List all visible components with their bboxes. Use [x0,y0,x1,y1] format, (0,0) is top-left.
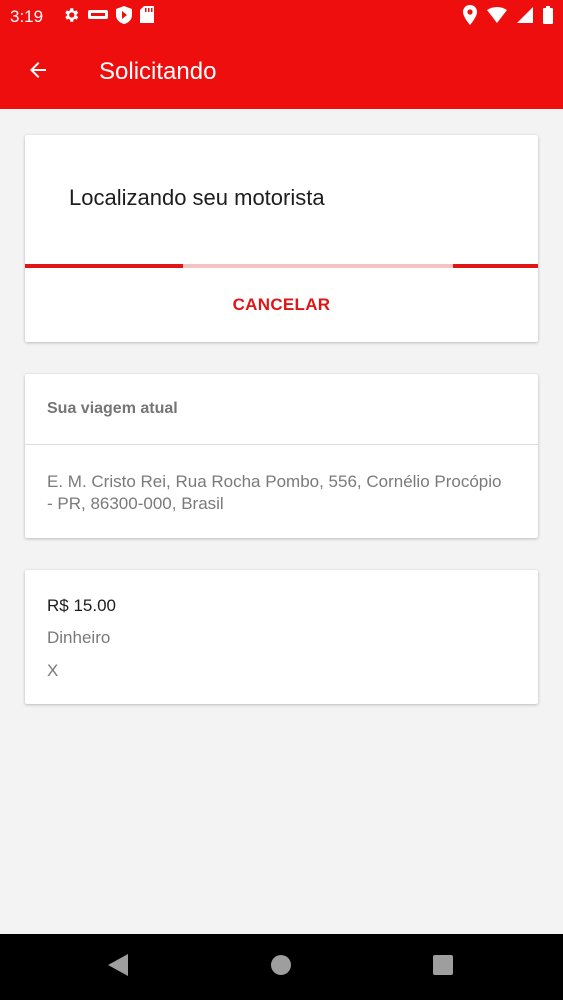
locating-message: Localizando seu motorista [69,185,325,210]
location-pin-icon [463,4,477,30]
back-button[interactable] [20,54,56,90]
cell-signal-icon [517,6,533,28]
cancel-button[interactable]: CANCELAR [25,268,538,342]
status-left-icons [62,5,154,29]
nav-recents-button[interactable] [430,954,456,980]
app-badge-icon [88,8,108,27]
recents-square-icon [432,954,454,981]
payment-method: Dinheiro [47,628,111,647]
nav-home-button[interactable] [268,954,294,980]
app-bar: Solicitando [0,34,563,109]
trip-price: R$ 15.00 [47,596,116,615]
status-time: 3:19 [10,7,44,26]
battery-icon [543,5,553,29]
request-card: Localizando seu motorista CANCELAR [25,135,538,342]
status-bar: 3:19 [0,0,563,34]
divider [25,444,538,445]
wifi-icon [487,6,507,28]
back-triangle-icon [108,953,128,981]
arrow-back-icon [26,58,50,87]
navigation-bar [0,934,563,1000]
trip-card: Sua viagem atual E. M. Cristo Rei, Rua R… [25,374,538,538]
page-title: Solicitando [99,58,217,85]
gear-icon [62,6,80,29]
trip-card-header: Sua viagem atual [47,400,178,417]
nav-back-button[interactable] [105,953,131,981]
payment-extra: X [47,661,59,680]
shield-play-icon [116,5,132,29]
payment-card: R$ 15.00 Dinheiro X [25,570,538,704]
home-circle-icon [270,954,292,981]
sd-card-icon [140,6,154,28]
status-right-icons [463,4,553,30]
trip-address: E. M. Cristo Rei, Rua Rocha Pombo, 556, … [47,472,502,513]
